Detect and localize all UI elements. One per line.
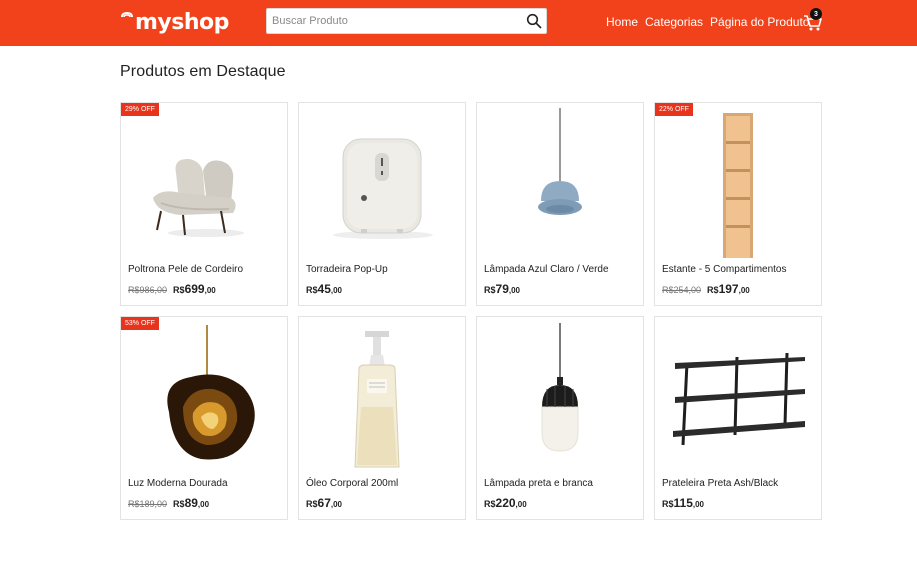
price-integer: 115 bbox=[673, 496, 693, 510]
product-name: Lâmpada Azul Claro / Verde bbox=[484, 264, 609, 275]
nav-pagina-produto-link[interactable]: Página do Produto bbox=[710, 15, 809, 29]
product-name: Estante - 5 Compartimentos bbox=[662, 264, 787, 275]
shop-icon bbox=[121, 11, 133, 18]
section-title: Produtos em Destaque bbox=[120, 63, 286, 80]
product-price: R$ 45 ,00 bbox=[306, 282, 342, 296]
price-currency: R$ bbox=[484, 499, 496, 509]
price-currency: R$ bbox=[662, 499, 674, 509]
search-input[interactable] bbox=[267, 9, 517, 33]
product-card[interactable]: Lâmpada preta e branca R$ 220 ,00 bbox=[476, 316, 644, 520]
logo-text: myshop bbox=[135, 9, 229, 35]
myshop-logo[interactable]: myshop bbox=[120, 9, 229, 35]
price-integer: 67 bbox=[317, 496, 331, 510]
nav-home-link[interactable]: Home bbox=[606, 15, 638, 29]
product-card[interactable]: Óleo Corporal 200ml R$ 67 ,00 bbox=[298, 316, 466, 520]
product-card[interactable]: Prateleira Preta Ash/Black R$ 115 ,00 bbox=[654, 316, 822, 520]
black-white-lamp-image bbox=[541, 323, 579, 452]
price-integer: 220 bbox=[495, 496, 516, 510]
product-price: R$254,00 R$ 197 ,00 bbox=[662, 282, 750, 296]
product-price: R$ 220 ,00 bbox=[484, 496, 527, 510]
price-integer: 89 bbox=[184, 496, 198, 510]
discount-badge: 22% OFF bbox=[655, 103, 693, 116]
product-price: R$986,00 R$ 699 ,00 bbox=[128, 282, 216, 296]
search-box bbox=[266, 8, 547, 34]
product-name: Poltrona Pele de Cordeiro bbox=[128, 264, 244, 275]
product-card[interactable]: Lâmpada Azul Claro / Verde R$ 79 ,00 bbox=[476, 102, 644, 306]
product-card[interactable]: 22% OFF Estante - 5 Compartimentos R$254… bbox=[654, 102, 822, 306]
price-integer: 197 bbox=[718, 282, 739, 296]
top-navbar: myshop Home Categorias Página do Produto… bbox=[0, 0, 917, 46]
price-currency: R$ bbox=[306, 285, 318, 295]
discount-badge: 53% OFF bbox=[121, 317, 159, 330]
old-price: R$189,00 bbox=[128, 499, 168, 509]
product-name: Prateleira Preta Ash/Black bbox=[662, 478, 779, 489]
gold-pendant-light-image bbox=[167, 325, 255, 460]
nav-categorias-link[interactable]: Categorias bbox=[645, 15, 703, 29]
price-integer: 45 bbox=[317, 282, 331, 296]
price-cents: ,00 bbox=[738, 286, 750, 295]
oil-bottle-image bbox=[354, 331, 400, 468]
price-currency: R$ bbox=[173, 499, 185, 509]
product-price: R$ 67 ,00 bbox=[306, 496, 342, 510]
old-price: R$254,00 bbox=[662, 285, 702, 295]
main-nav: Home Categorias Página do Produto bbox=[606, 14, 816, 30]
price-cents: ,00 bbox=[508, 286, 520, 295]
price-cents: ,00 bbox=[330, 286, 342, 295]
product-name: Óleo Corporal 200ml bbox=[306, 478, 399, 489]
price-currency: R$ bbox=[707, 285, 719, 295]
product-card[interactable]: Torradeira Pop-Up R$ 45 ,00 bbox=[298, 102, 466, 306]
product-card[interactable]: 29% OFF Poltrona Pele de Cordeiro R$986,… bbox=[120, 102, 288, 306]
price-currency: R$ bbox=[173, 285, 185, 295]
price-cents: ,00 bbox=[204, 286, 216, 295]
blue-pendant-lamp-image bbox=[538, 108, 582, 215]
discount-badge: 29% OFF bbox=[121, 103, 159, 116]
toaster-image bbox=[333, 138, 433, 239]
product-price: R$ 79 ,00 bbox=[484, 282, 520, 296]
price-currency: R$ bbox=[484, 285, 496, 295]
price-cents: ,00 bbox=[515, 500, 527, 509]
product-price: R$ 115 ,00 bbox=[662, 496, 704, 510]
price-cents: ,00 bbox=[692, 500, 704, 509]
search-icon[interactable] bbox=[526, 13, 542, 29]
product-card[interactable]: 53% OFF Luz Moderna Dourada R$189,00 R$ … bbox=[120, 316, 288, 520]
cart-count-badge: 3 bbox=[810, 8, 822, 20]
price-cents: ,00 bbox=[197, 500, 210, 509]
price-integer: 79 bbox=[495, 282, 509, 296]
product-price: R$189,00 R$ 89 ,00 bbox=[128, 496, 209, 510]
bookshelf-image bbox=[723, 113, 753, 258]
wall-shelf-image bbox=[673, 352, 805, 446]
product-name: Luz Moderna Dourada bbox=[128, 478, 228, 489]
product-name: Lâmpada preta e branca bbox=[484, 478, 593, 489]
product-name: Torradeira Pop-Up bbox=[306, 264, 388, 275]
price-cents: ,00 bbox=[330, 500, 342, 509]
armchair-image bbox=[153, 158, 244, 237]
price-currency: R$ bbox=[306, 499, 318, 509]
price-integer: 699 bbox=[184, 282, 205, 296]
old-price: R$986,00 bbox=[128, 285, 168, 295]
